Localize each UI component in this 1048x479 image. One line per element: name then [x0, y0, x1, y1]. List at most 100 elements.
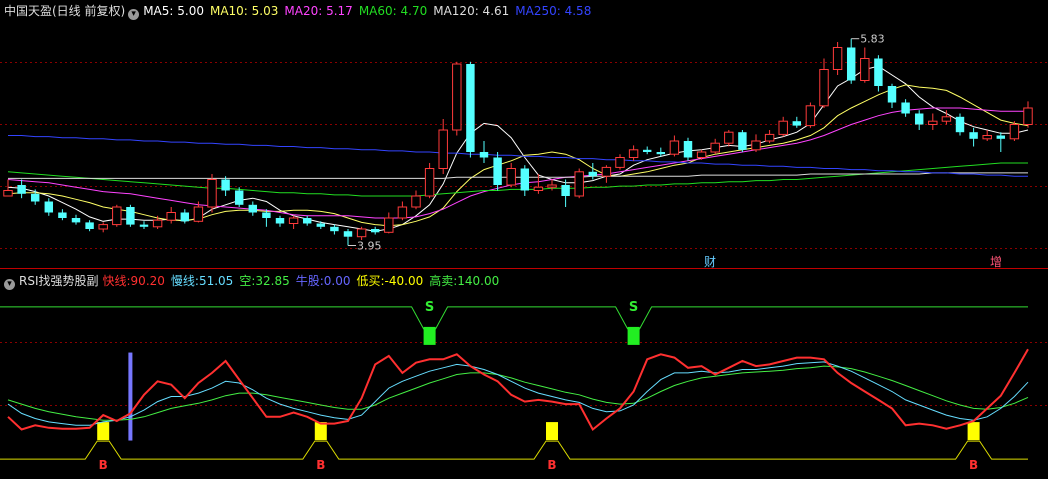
candle[interactable]	[805, 102, 816, 128]
candle[interactable]	[466, 61, 475, 158]
chevron-down-icon[interactable]: ▾	[128, 9, 140, 20]
candle[interactable]	[30, 189, 40, 205]
sell-signal-bar	[423, 326, 436, 345]
candle[interactable]	[969, 127, 978, 147]
candle[interactable]	[642, 146, 652, 155]
candle[interactable]	[207, 174, 217, 213]
candle[interactable]	[288, 215, 299, 229]
candle[interactable]	[914, 110, 924, 130]
sell-signal[interactable]: S	[423, 300, 436, 345]
candle[interactable]	[424, 163, 435, 199]
candle[interactable]	[996, 132, 1006, 152]
candle[interactable]	[343, 229, 353, 246]
candle[interactable]	[574, 168, 584, 199]
candle[interactable]	[860, 47, 870, 83]
candle[interactable]	[411, 190, 421, 210]
candle[interactable]	[601, 165, 612, 183]
candle[interactable]	[234, 187, 244, 207]
candle[interactable]	[397, 201, 408, 221]
candle-body	[166, 212, 176, 221]
bull-stock-bar[interactable]	[128, 352, 133, 441]
candle[interactable]	[751, 134, 761, 152]
candle-body	[234, 190, 244, 205]
event-marker-0[interactable]: 财	[704, 255, 716, 269]
candle[interactable]	[738, 130, 747, 152]
candle[interactable]	[384, 212, 394, 234]
candle[interactable]	[330, 224, 339, 235]
candle[interactable]	[356, 226, 367, 240]
buy-signal[interactable]: B	[546, 422, 558, 472]
candle[interactable]	[955, 113, 965, 136]
candle-body	[85, 222, 94, 229]
candle[interactable]	[887, 83, 897, 108]
buy-signal-bar	[546, 422, 558, 441]
candle-body	[466, 64, 475, 152]
candle[interactable]	[615, 154, 625, 170]
candle[interactable]	[479, 141, 489, 163]
buy-signal[interactable]: B	[967, 422, 980, 472]
candle-body	[615, 157, 625, 168]
buy-signal[interactable]: B	[314, 422, 327, 472]
candle[interactable]	[588, 163, 598, 180]
candle[interactable]	[1009, 121, 1020, 141]
candle[interactable]	[180, 209, 190, 224]
candle[interactable]	[275, 215, 285, 227]
candle[interactable]	[452, 61, 462, 136]
candle[interactable]	[126, 204, 135, 227]
candle[interactable]	[493, 152, 502, 191]
candle[interactable]	[901, 99, 910, 117]
candle[interactable]	[139, 221, 149, 229]
candle[interactable]	[248, 201, 258, 216]
candle-body	[44, 201, 54, 213]
event-marker-1[interactable]: 增	[990, 255, 1002, 269]
candle[interactable]	[520, 165, 530, 196]
buy-signal-bar	[314, 422, 327, 441]
candle[interactable]	[17, 179, 26, 199]
candle[interactable]	[370, 226, 380, 235]
candle-body	[846, 47, 856, 81]
candle-body	[561, 185, 570, 196]
candle[interactable]	[112, 204, 122, 227]
rsi-sub-chart[interactable]: S S B B B B	[0, 300, 1029, 472]
sell-signal[interactable]: S	[627, 300, 640, 345]
candle[interactable]	[85, 220, 94, 232]
candle[interactable]	[71, 214, 81, 225]
candle[interactable]	[819, 58, 829, 109]
candle[interactable]	[628, 145, 639, 161]
candle[interactable]	[302, 215, 312, 226]
candle-body	[738, 132, 747, 150]
candle-body	[30, 193, 40, 202]
candle[interactable]	[846, 38, 856, 84]
candle[interactable]	[506, 163, 516, 188]
candle[interactable]	[656, 147, 666, 157]
candle-body	[193, 206, 204, 222]
candle[interactable]	[792, 116, 802, 128]
candle[interactable]	[874, 55, 883, 92]
sub-indicator-4: 低买:-40.00	[356, 274, 424, 288]
candle-body	[792, 121, 802, 126]
main-price-chart[interactable]	[3, 38, 1033, 246]
candle[interactable]	[561, 179, 570, 208]
chevron-down-icon[interactable]: ▾	[4, 279, 15, 290]
candle[interactable]	[710, 138, 720, 155]
candle[interactable]	[98, 222, 108, 233]
candle[interactable]	[58, 209, 67, 221]
candle[interactable]	[669, 135, 680, 157]
candle[interactable]	[778, 116, 788, 137]
candle[interactable]	[764, 130, 775, 144]
candle[interactable]	[166, 207, 176, 224]
candle-body	[887, 86, 897, 103]
main-indicator-list: MA5: 5.00 MA10: 5.03 MA20: 5.17 MA60: 4.70 M…	[143, 4, 597, 18]
candle[interactable]	[724, 130, 734, 147]
candle[interactable]	[44, 198, 54, 216]
candle[interactable]	[1023, 101, 1033, 128]
ma-line-ma10	[7, 84, 1029, 227]
candle[interactable]	[683, 137, 693, 161]
candle[interactable]	[438, 119, 448, 174]
buy-signal[interactable]: B	[97, 422, 110, 472]
candle[interactable]	[982, 130, 992, 141]
candle[interactable]	[832, 42, 843, 75]
candle[interactable]	[221, 176, 230, 196]
candle-body	[710, 142, 720, 153]
candle[interactable]	[928, 113, 938, 131]
